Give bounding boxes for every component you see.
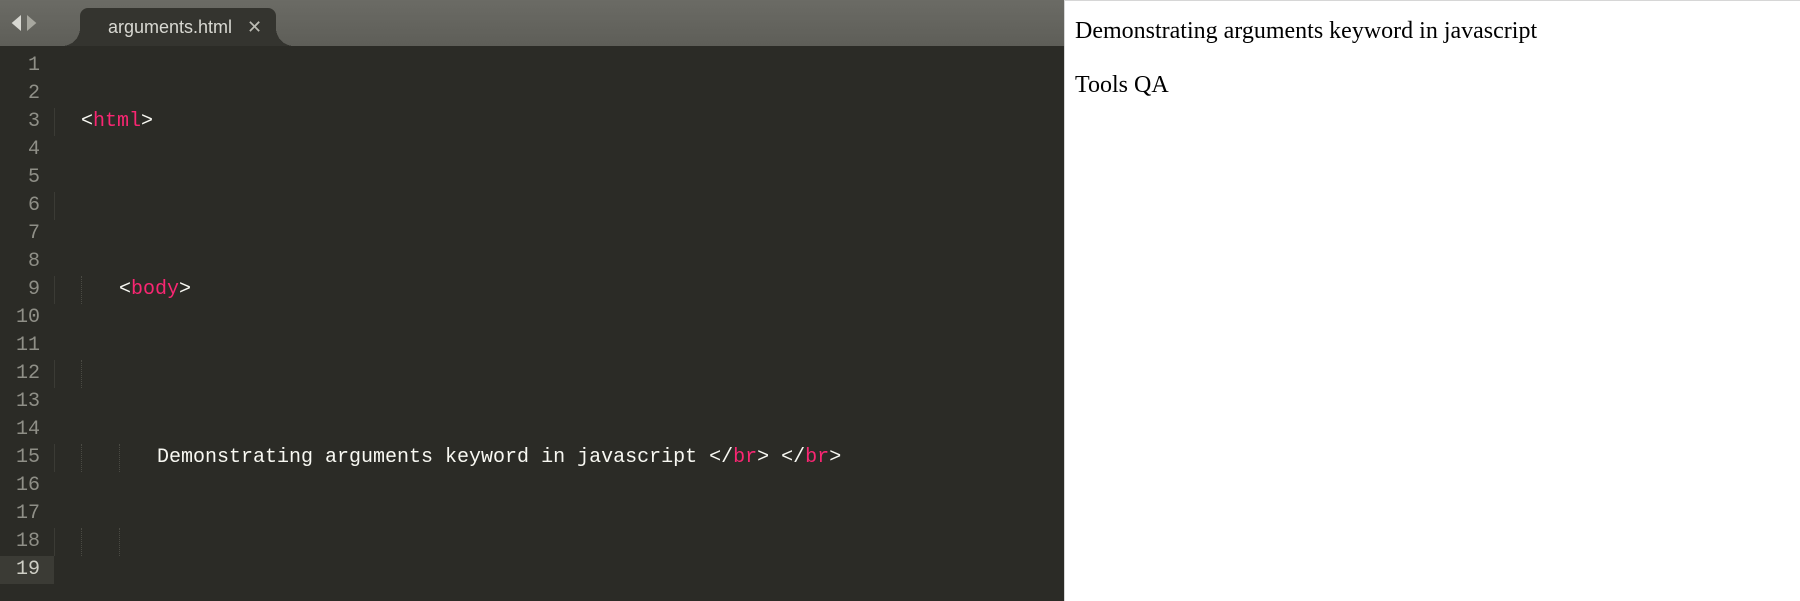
close-icon[interactable]: ✕: [247, 18, 262, 36]
tag-html: html: [93, 110, 141, 133]
bracket: </: [709, 446, 733, 469]
code-text: Demonstrating arguments keyword in javas…: [157, 446, 709, 469]
editor-body: 12345678910111213141516171819 <html> <bo…: [0, 46, 1064, 601]
line-number: 6: [0, 192, 54, 220]
preview-line-1: Demonstrating arguments keyword in javas…: [1075, 15, 1790, 47]
app-root: arguments.html ✕ 12345678910111213141516…: [0, 0, 1800, 601]
tab-bar: arguments.html ✕: [0, 0, 1064, 46]
line-number: 18: [0, 528, 54, 556]
line-number: 12: [0, 360, 54, 388]
tab-active[interactable]: arguments.html ✕: [80, 8, 276, 46]
tab-filename: arguments.html: [108, 17, 232, 38]
line-number: 16: [0, 472, 54, 500]
line-number: 8: [0, 248, 54, 276]
line-number: 11: [0, 332, 54, 360]
line-number: 4: [0, 136, 54, 164]
nav-arrows: [0, 0, 46, 46]
line-number: 14: [0, 416, 54, 444]
line-number-gutter: 12345678910111213141516171819: [0, 46, 54, 601]
bracket: >: [179, 278, 191, 301]
line-number: 17: [0, 500, 54, 528]
editor-pane: arguments.html ✕ 12345678910111213141516…: [0, 0, 1064, 601]
tag-br: br: [733, 446, 757, 469]
bracket: <: [81, 110, 93, 133]
bracket: >: [829, 446, 841, 469]
bracket: >: [141, 110, 153, 133]
line-number: 9: [0, 276, 54, 304]
bracket: </: [781, 446, 805, 469]
nav-forward-icon[interactable]: [24, 15, 38, 31]
tag-br: br: [805, 446, 829, 469]
preview-line-2: Tools QA: [1075, 69, 1790, 101]
bracket: >: [757, 446, 769, 469]
line-number: 3: [0, 108, 54, 136]
code-text: [769, 446, 781, 469]
preview-pane: Demonstrating arguments keyword in javas…: [1064, 0, 1800, 601]
line-number: 5: [0, 164, 54, 192]
line-number: 13: [0, 388, 54, 416]
line-number: 19: [0, 556, 54, 584]
bracket: <: [119, 278, 131, 301]
line-number: 15: [0, 444, 54, 472]
line-number: 7: [0, 220, 54, 248]
code-area[interactable]: <html> <body> Demonstrating arguments ke…: [54, 46, 1064, 601]
nav-back-icon[interactable]: [10, 15, 24, 31]
line-number: 2: [0, 80, 54, 108]
line-number: 1: [0, 52, 54, 80]
line-number: 10: [0, 304, 54, 332]
tag-body: body: [131, 278, 179, 301]
